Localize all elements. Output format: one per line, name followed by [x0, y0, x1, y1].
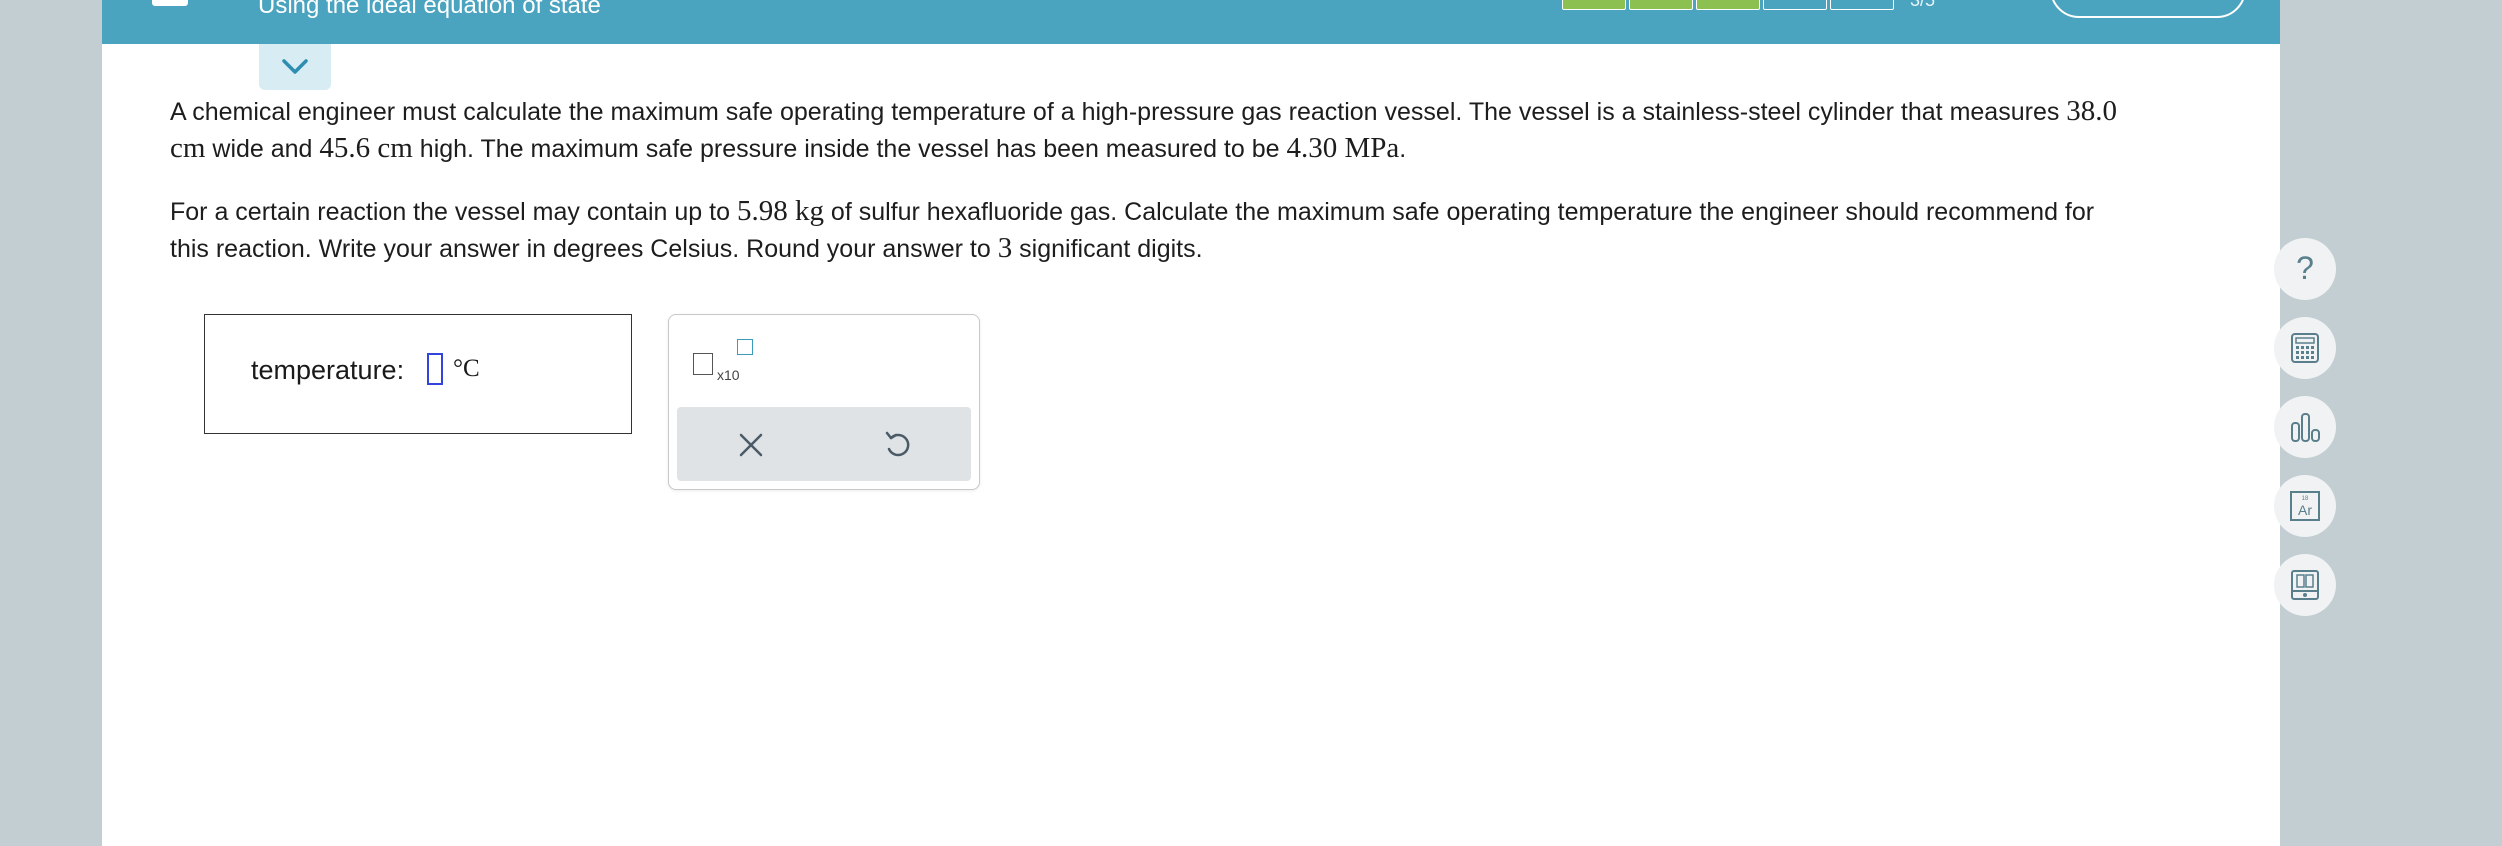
max-pressure-value: 4.30 MPa: [1286, 132, 1400, 164]
data-chart-button[interactable]: [2274, 396, 2336, 458]
collapse-toggle-button[interactable]: [259, 44, 331, 90]
problem-text: wide and: [205, 135, 320, 163]
assignment-page: Using the ideal equation of state 3/5 A …: [102, 0, 2336, 846]
progress-count: 3/5: [1910, 0, 1936, 10]
top-bar: Using the ideal equation of state 3/5: [102, 0, 2280, 44]
mantissa-box-icon: [693, 353, 713, 375]
topic-title: Using the ideal equation of state: [258, 0, 601, 19]
problem-paragraph-1: A chemical engineer must calculate the m…: [170, 93, 2120, 167]
temperature-input[interactable]: [427, 353, 443, 385]
problem-text: A chemical engineer must calculate the m…: [170, 98, 2067, 126]
tool-actions-bar: [677, 407, 971, 481]
significant-digits-value: 3: [997, 232, 1013, 264]
calculator-icon: [2291, 333, 2319, 363]
reference-button[interactable]: [2274, 554, 2336, 616]
problem-paragraph-2: For a certain reaction the vessel may co…: [170, 193, 2120, 267]
undo-icon: [885, 431, 910, 457]
answer-box: temperature: °C: [204, 314, 632, 434]
reference-book-icon: [2291, 570, 2319, 600]
calculator-button[interactable]: [2274, 317, 2336, 379]
periodic-table-icon: 18 Ar: [2290, 491, 2320, 521]
vessel-height-value: 45.6 cm: [319, 132, 413, 164]
progress-segment-4: [1763, 0, 1827, 10]
exponent-box-icon: [737, 339, 753, 355]
periodic-table-button[interactable]: 18 Ar: [2274, 475, 2336, 537]
problem-text: significant digits.: [1012, 235, 1203, 263]
topbar-action-button[interactable]: [2050, 0, 2246, 18]
close-icon: [739, 433, 763, 457]
chevron-down-icon: [282, 59, 308, 74]
answer-tools-panel: x10: [668, 314, 980, 490]
problem-text: .: [1399, 135, 1407, 163]
times-ten-label: x10: [717, 367, 740, 383]
gas-mass-value: 5.98 kg: [736, 195, 824, 227]
progress-segment-2: [1629, 0, 1693, 10]
temperature-label: temperature:: [251, 355, 405, 385]
menu-icon[interactable]: [152, 0, 188, 6]
temperature-unit: °C: [453, 355, 480, 382]
help-icon: ?: [2296, 250, 2314, 286]
progress-segment-1: [1562, 0, 1626, 10]
problem-text: high. The maximum safe pressure inside t…: [412, 135, 1287, 163]
scientific-notation-button[interactable]: x10: [693, 339, 757, 383]
undo-button[interactable]: [881, 429, 913, 461]
progress-segment-3: [1696, 0, 1760, 10]
progress-segment-5: [1830, 0, 1894, 10]
help-button[interactable]: ?: [2274, 238, 2336, 300]
data-chart-icon: [2291, 413, 2320, 442]
problem-text: For a certain reaction the vessel may co…: [170, 198, 737, 226]
clear-button[interactable]: [735, 429, 767, 461]
element-symbol: Ar: [2298, 502, 2312, 518]
